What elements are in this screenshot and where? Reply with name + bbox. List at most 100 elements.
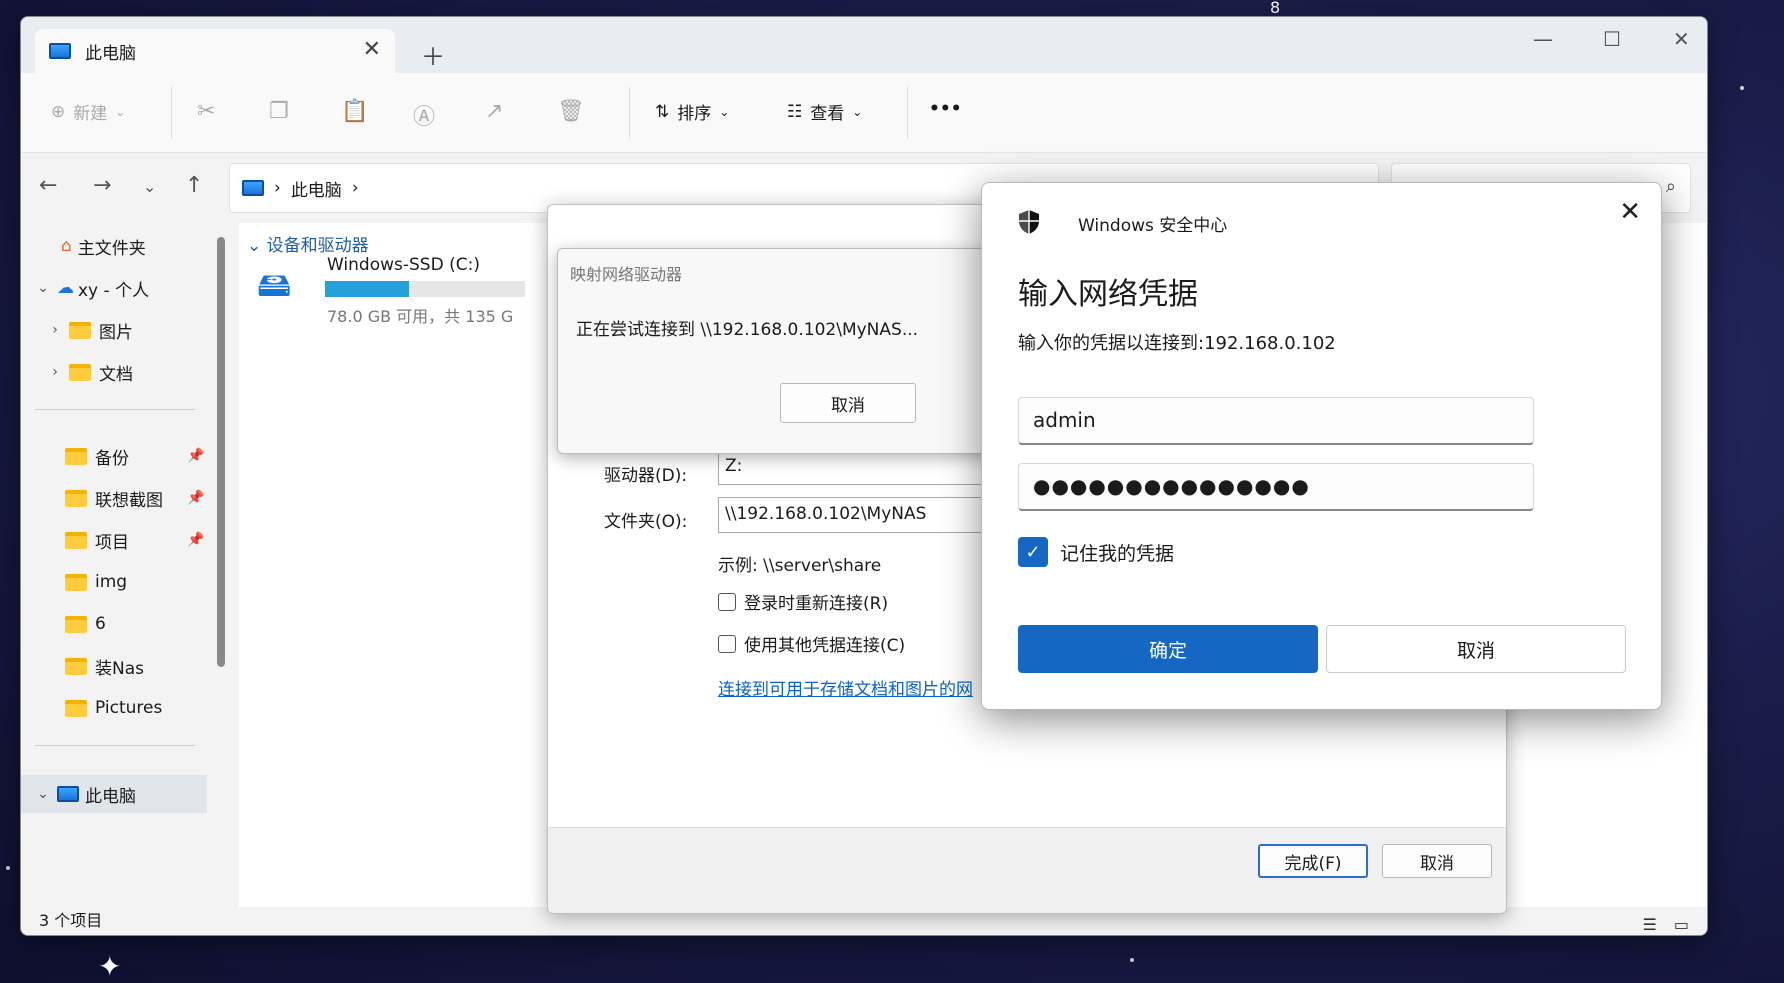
sidebar-item-label: 文档 xyxy=(99,364,133,385)
remember-credentials-checkbox[interactable]: ✓ 记住我的凭据 xyxy=(1018,537,1174,567)
folder-icon xyxy=(69,321,91,339)
new-button[interactable]: ⊕ 新建 ⌄ xyxy=(51,99,125,125)
checkbox-label: 记住我的凭据 xyxy=(1060,542,1175,565)
forward-arrow-icon[interactable]: → xyxy=(93,173,111,198)
sidebar-item-label: 联想截图 xyxy=(95,490,163,511)
sidebar-item-onedrive[interactable]: ⌄ ☁ xy - 个人 xyxy=(21,269,211,307)
checkbox-box[interactable] xyxy=(718,592,736,611)
drive-select[interactable]: Z: xyxy=(718,449,988,485)
app-name: Windows 安全中心 xyxy=(1078,216,1228,236)
up-arrow-icon[interactable]: ↑ xyxy=(185,173,203,198)
group-header[interactable]: ⌄ 设备和驱动器 xyxy=(247,231,369,256)
checkbox-box[interactable] xyxy=(718,634,736,653)
folder-label: 文件夹(O): xyxy=(604,512,688,532)
sidebar-item-pictures[interactable]: › 图片 xyxy=(21,311,211,349)
pin-icon: 📌 xyxy=(187,532,205,548)
paste-icon[interactable]: 📋 xyxy=(341,99,368,124)
view-toggle[interactable]: ☰ ▭ xyxy=(1642,911,1689,935)
drive-c-item[interactable]: 🖴 Windows-SSD (C:) 78.0 GB 可用，共 135 G xyxy=(257,255,525,326)
sidebar-item-label: 图片 xyxy=(99,322,133,343)
close-tab-icon[interactable]: ✕ xyxy=(363,37,381,62)
sidebar-scrollbar[interactable] xyxy=(217,237,225,667)
drive-label: 驱动器(D): xyxy=(604,466,688,486)
share-icon[interactable]: ↗ xyxy=(485,99,503,124)
chevron-right-icon[interactable]: › xyxy=(41,322,69,338)
delete-icon[interactable]: 🗑 xyxy=(557,99,585,124)
sidebar-item-label: 主文件夹 xyxy=(77,238,146,259)
computer-icon xyxy=(57,786,79,802)
reconnect-checkbox[interactable]: 登录时重新连接(R) xyxy=(718,589,888,614)
close-window-button[interactable]: ✕ xyxy=(1673,27,1690,51)
close-icon[interactable]: ✕ xyxy=(1619,197,1641,227)
checkbox-label: 使用其他凭据连接(C) xyxy=(744,636,906,656)
navigation-pane: ⌂ 主文件夹 ⌄ ☁ xy - 个人 › 图片 › 文档 备份 📌 联想截图 📌 xyxy=(21,223,231,909)
checkmark-icon[interactable]: ✓ xyxy=(1018,537,1048,567)
copy-icon[interactable]: ❐ xyxy=(269,99,289,124)
sidebar-item-label: img xyxy=(95,572,128,592)
chevron-right-icon[interactable]: › xyxy=(41,364,69,380)
password-input[interactable]: ●●●●●●●●●●●●●●● xyxy=(1018,463,1534,511)
rename-icon[interactable]: Ⓐ xyxy=(413,99,435,131)
back-arrow-icon[interactable]: ← xyxy=(39,173,57,198)
chevron-down-icon[interactable]: ⌄ xyxy=(29,786,57,802)
new-tab-button[interactable]: ＋ xyxy=(421,37,445,72)
finish-button[interactable]: 完成(F) xyxy=(1258,844,1368,878)
cancel-button[interactable]: 取消 xyxy=(1326,625,1626,673)
sidebar-item-pinned[interactable]: 项目 📌 xyxy=(21,521,211,559)
view-button[interactable]: ☷ 查看 ⌄ xyxy=(787,99,863,125)
chevron-down-icon: ⌄ xyxy=(719,104,730,119)
cancel-button[interactable]: 取消 xyxy=(780,383,916,423)
sidebar-item-pinned[interactable]: 备份 📌 xyxy=(21,437,211,475)
more-options-button[interactable]: ••• xyxy=(929,99,962,119)
pin-icon: 📌 xyxy=(187,448,205,464)
sparkle-icon: ✦ xyxy=(98,950,122,983)
sort-icon: ⇅ xyxy=(655,101,670,122)
ok-button[interactable]: 确定 xyxy=(1018,625,1318,673)
sidebar-item-folder[interactable]: 装Nas xyxy=(21,647,211,685)
folder-icon xyxy=(65,447,87,465)
drive-free-space: 78.0 GB 可用，共 135 G xyxy=(327,307,514,326)
chevron-down-icon: ⌄ xyxy=(852,104,863,119)
sidebar-item-folder[interactable]: 6 xyxy=(21,605,211,643)
cancel-button[interactable]: 取消 xyxy=(1382,844,1492,878)
chevron-down-icon: ⌄ xyxy=(247,236,262,256)
star-dot xyxy=(1740,86,1744,90)
sidebar-item-pinned[interactable]: 联想截图 📌 xyxy=(21,479,211,517)
folder-icon xyxy=(65,489,87,507)
details-view-icon[interactable]: ☰ xyxy=(1642,915,1656,934)
maximize-button[interactable]: ☐ xyxy=(1603,27,1621,51)
sidebar-item-label: 6 xyxy=(95,614,106,634)
plus-circle-icon: ⊕ xyxy=(51,101,66,122)
chevron-down-icon[interactable]: ⌄ xyxy=(29,280,57,296)
sidebar-item-this-pc[interactable]: ⌄ 此电脑 xyxy=(21,775,207,813)
computer-icon xyxy=(242,180,264,196)
sidebar-item-label: 此电脑 xyxy=(85,786,136,807)
username-input[interactable]: admin xyxy=(1018,397,1534,445)
sort-label: 排序 xyxy=(677,104,712,124)
sort-button[interactable]: ⇅ 排序 ⌄ xyxy=(655,99,730,125)
breadcrumb-separator-icon: › xyxy=(351,178,359,198)
group-header-label: 设备和驱动器 xyxy=(266,236,369,256)
sidebar-item-label: Pictures xyxy=(95,698,163,718)
storage-link[interactable]: 连接到可用于存储文档和图片的网 xyxy=(718,675,973,700)
folder-icon xyxy=(65,531,87,549)
sidebar-item-home[interactable]: ⌂ 主文件夹 xyxy=(21,227,211,265)
other-credentials-checkbox[interactable]: 使用其他凭据连接(C) xyxy=(718,631,905,656)
view-label: 查看 xyxy=(810,104,845,124)
cut-icon[interactable]: ✂ xyxy=(197,99,215,124)
tiles-view-icon[interactable]: ▭ xyxy=(1674,915,1689,934)
breadcrumb-this-pc[interactable]: 此电脑 xyxy=(291,176,342,201)
sidebar-item-folder[interactable]: img xyxy=(21,563,211,601)
sidebar-item-folder[interactable]: Pictures xyxy=(21,689,211,727)
minimize-button[interactable]: — xyxy=(1533,27,1553,51)
drive-usage-bar xyxy=(325,281,525,297)
item-count: 3 个项目 xyxy=(39,911,103,930)
recent-chevron-icon[interactable]: ⌄ xyxy=(143,177,156,196)
connecting-message: 正在尝试连接到 \\192.168.0.102\MyNAS... xyxy=(576,320,919,340)
tab-this-pc[interactable]: 此电脑 ✕ xyxy=(35,29,395,73)
folder-input[interactable]: \\192.168.0.102\MyNAS xyxy=(718,497,988,533)
new-label: 新建 xyxy=(73,104,108,124)
sidebar-item-documents[interactable]: › 文档 xyxy=(21,353,211,391)
star-dot xyxy=(6,866,10,870)
drive-name: Windows-SSD (C:) xyxy=(327,255,480,275)
